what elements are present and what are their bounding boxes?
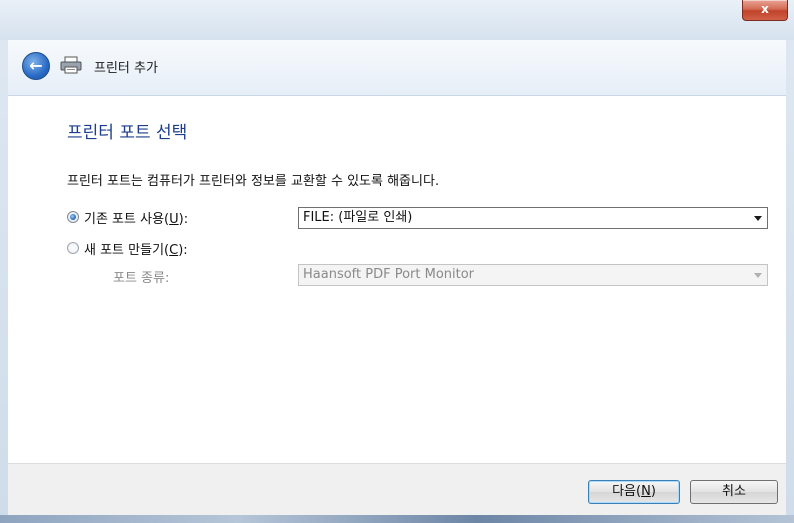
page-heading: 프린터 포트 선택 [67,123,188,143]
port-type-value: Haansoft PDF Port Monitor [303,267,475,282]
page-description: 프린터 포트는 컴퓨터가 프린터와 정보를 교환할 수 있도록 해줍니다. [67,174,440,189]
chevron-down-icon [754,216,762,221]
chevron-down-icon [754,273,762,278]
existing-port-value: FILE: (파일로 인쇄) [303,210,413,225]
close-icon: x [761,2,769,16]
back-button[interactable]: ← [22,52,50,80]
port-type-label: 포트 종류: [113,271,170,286]
use-existing-port-radio[interactable] [67,211,79,223]
printer-icon [60,56,82,74]
create-new-port-label[interactable]: 새 포트 만들기(C): [84,239,188,258]
back-arrow-icon: ← [29,56,43,75]
existing-port-select[interactable]: FILE: (파일로 인쇄) [298,207,768,229]
taskbar-edge [0,515,794,523]
use-existing-port-label[interactable]: 기존 포트 사용(U): [84,208,188,227]
window-title: 프린터 추가 [94,61,158,76]
port-type-select: Haansoft PDF Port Monitor [298,264,768,286]
close-button[interactable]: x [742,0,788,21]
create-new-port-radio[interactable] [67,242,79,254]
cancel-button[interactable]: 취소 [690,480,778,504]
next-button[interactable]: 다음(N) [588,480,680,504]
title-bar[interactable] [0,0,794,40]
